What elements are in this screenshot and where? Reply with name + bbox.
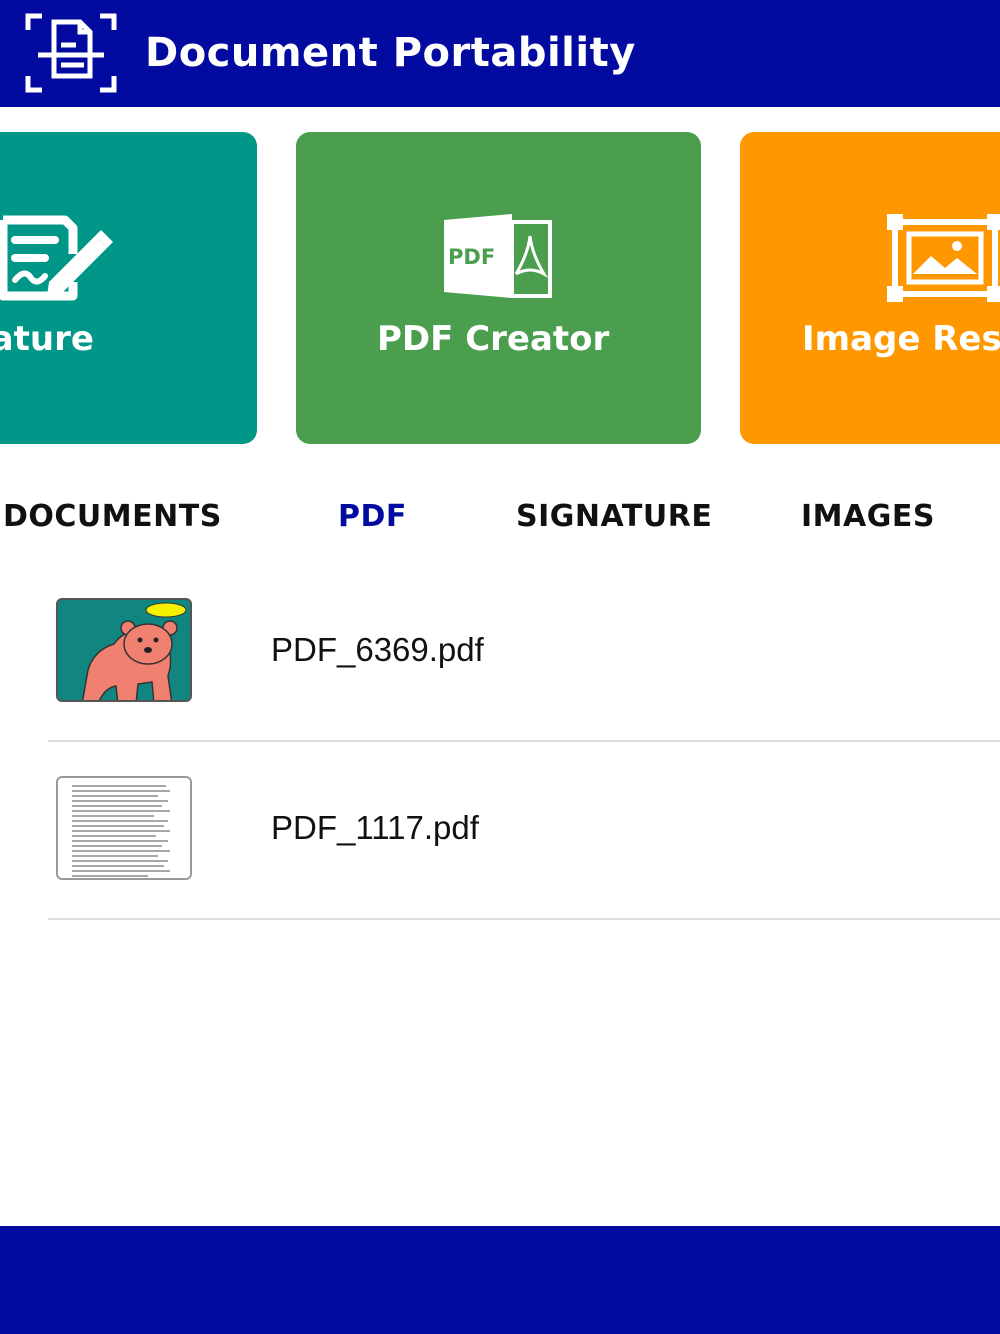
scanned-document-icon <box>25 13 117 93</box>
app-title: Document Portability <box>145 30 636 76</box>
text-page-thumbnail <box>56 776 192 880</box>
pdf-creator-card[interactable]: PDF PDF Creator <box>296 132 701 444</box>
file-name: PDF_1117.pdf <box>271 809 479 846</box>
tab-signature[interactable]: SIGNATURE <box>516 498 712 536</box>
bottom-bar <box>0 1226 1000 1334</box>
feature-cards: Signature PDF PDF Creator Image Resizer <box>0 132 1000 444</box>
signature-card-label: Signature <box>0 319 94 359</box>
tab-documents[interactable]: DOCUMENTS <box>3 498 222 536</box>
bear-thumbnail <box>56 598 192 702</box>
pdf-file-icon: PDF <box>444 214 552 298</box>
image-resize-icon <box>887 214 1000 302</box>
pdf-creator-card-label: PDF Creator <box>377 319 610 359</box>
file-name: PDF_6369.pdf <box>271 631 484 668</box>
category-tabs: DOCUMENTS PDF SIGNATURE IMAGES <box>0 490 1000 550</box>
tab-pdf[interactable]: PDF <box>338 498 407 536</box>
signature-pen-icon <box>0 215 113 301</box>
signature-card[interactable]: Signature <box>0 132 257 444</box>
svg-text:PDF: PDF <box>448 245 495 269</box>
app-header: Document Portability <box>0 0 1000 107</box>
image-resizer-card-label: Image Resizer <box>802 319 1000 359</box>
list-item[interactable]: PDF_6369.pdf <box>48 562 1000 742</box>
image-resizer-card[interactable]: Image Resizer <box>740 132 1000 444</box>
tab-images[interactable]: IMAGES <box>801 498 935 536</box>
list-item[interactable]: PDF_1117.pdf <box>48 740 1000 920</box>
